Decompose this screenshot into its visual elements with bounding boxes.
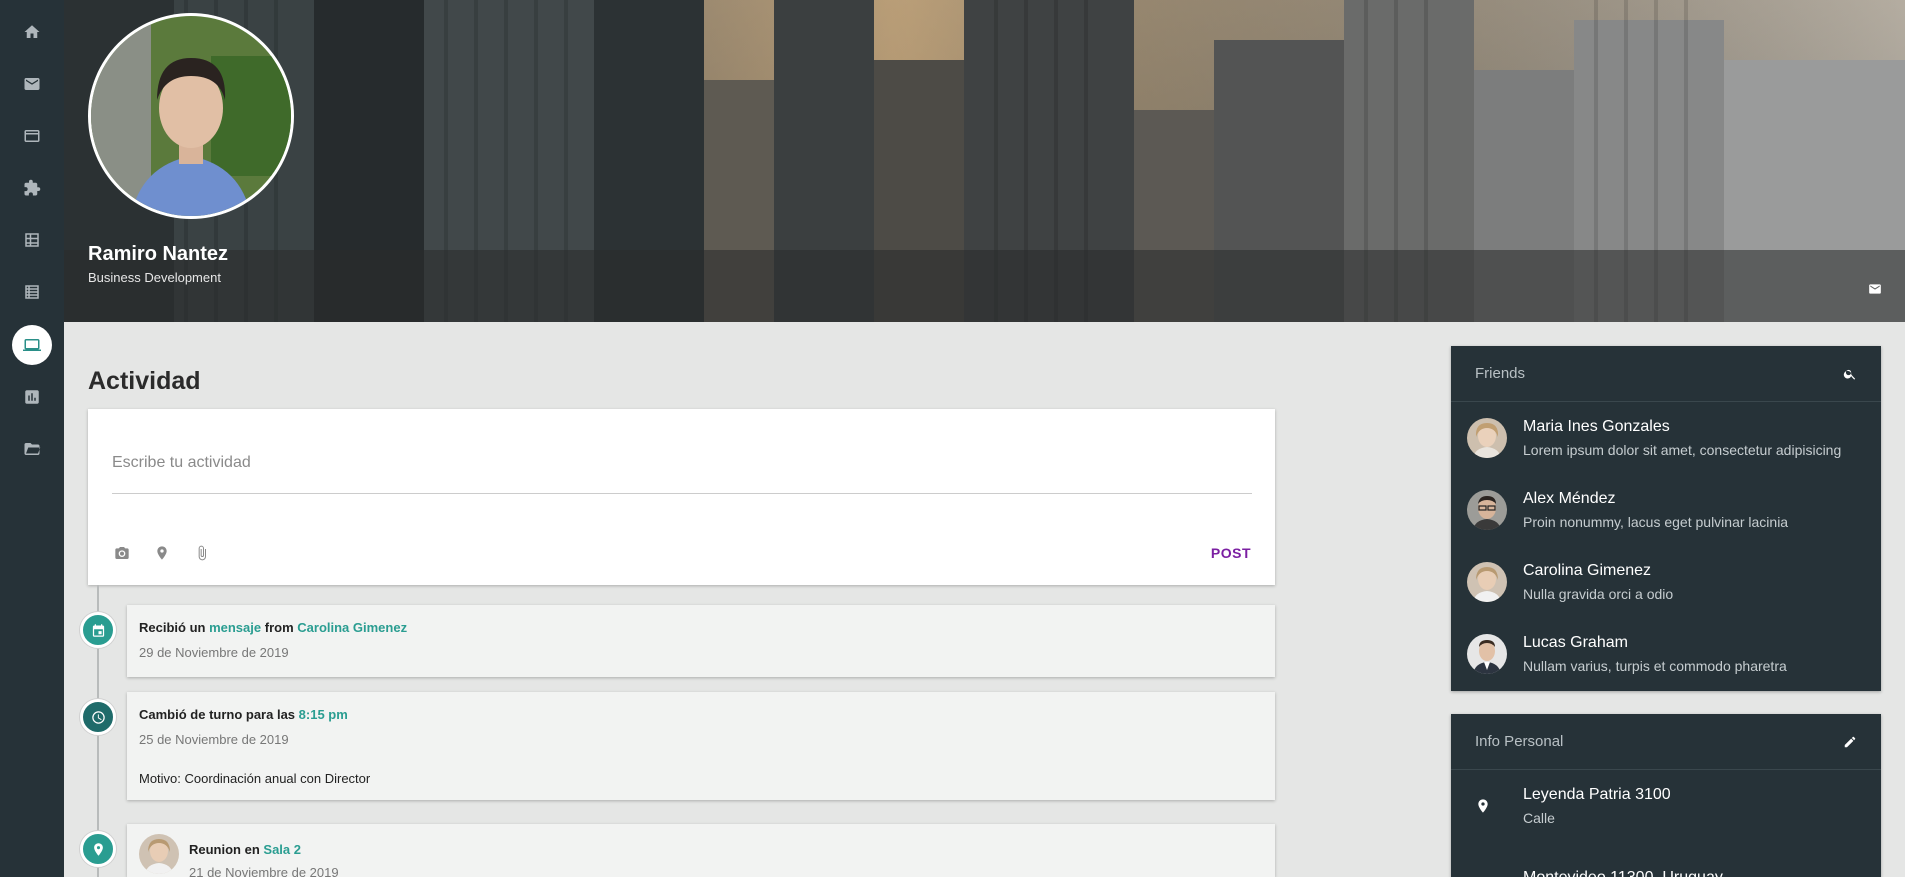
list-icon — [25, 285, 39, 299]
location-icon — [1475, 798, 1491, 814]
profile-banner: Ramiro Nantez Business Development — [64, 0, 1905, 322]
profile-role: Business Development — [88, 270, 221, 285]
card-icon — [24, 130, 40, 142]
avatar — [1467, 562, 1507, 602]
activity-card: Cambió de turno para las 8:15 pm 25 de N… — [127, 692, 1275, 800]
timeline-dot — [80, 831, 116, 867]
friend-item[interactable]: Maria Ines Gonzales Lorem ipsum dolor si… — [1451, 402, 1881, 474]
activity-text: Recibió un mensaje from Carolina Gimenez — [139, 620, 1263, 635]
attach-button[interactable] — [194, 545, 210, 561]
search-icon[interactable] — [1843, 367, 1857, 381]
activity-composer: POST — [88, 409, 1275, 585]
friend-message: Nulla gravida orci a odio — [1523, 586, 1674, 602]
folder-icon — [24, 443, 41, 455]
mail-icon — [1869, 284, 1881, 294]
friend-message: Nullam varius, turpis et commodo pharetr… — [1523, 658, 1787, 674]
nav-mail[interactable] — [12, 64, 52, 104]
nav-folder[interactable] — [12, 429, 52, 469]
calendar-icon — [92, 623, 104, 637]
friend-name: Alex Méndez — [1523, 490, 1616, 507]
info-main: Montevideo 11300, Uruguay — [1523, 869, 1723, 877]
avatar — [1467, 490, 1507, 530]
profile-photo — [91, 16, 291, 216]
timeline-dot — [80, 612, 116, 648]
room-link[interactable]: Sala 2 — [263, 842, 301, 857]
activity-text-part: Cambió de turno para las — [139, 707, 296, 722]
friends-panel: Friends Maria Ines Gonzales Lorem ipsum … — [1451, 346, 1881, 691]
info-spacer — [1475, 870, 1491, 877]
info-row: Leyenda Patria 3100 Calle — [1451, 770, 1881, 842]
friend-name: Maria Ines Gonzales — [1523, 418, 1670, 435]
nav-grid[interactable] — [12, 220, 52, 260]
nav-card[interactable] — [12, 116, 52, 156]
camera-button[interactable] — [114, 545, 130, 561]
nav-chart[interactable] — [12, 377, 52, 417]
nav-extension[interactable] — [12, 168, 52, 208]
friend-name: Carolina Gimenez — [1523, 562, 1652, 579]
activity-text: Cambió de turno para las 8:15 pm — [139, 707, 1263, 722]
edit-icon[interactable] — [1843, 735, 1857, 749]
activity-title: Actividad — [88, 367, 201, 395]
camera-icon — [115, 547, 129, 559]
activity-text: Reunion en Sala 2 — [189, 842, 339, 857]
chart-icon — [25, 390, 39, 404]
activity-date: 21 de Noviembre de 2019 — [189, 865, 339, 877]
timeline-dot — [80, 699, 116, 735]
activity-text-part: Recibió un — [139, 620, 206, 635]
friend-item[interactable]: Alex Méndez Proin nonummy, lacus eget pu… — [1451, 474, 1881, 546]
extension-icon — [24, 179, 41, 196]
profile-name: Ramiro Nantez — [88, 243, 229, 265]
nav-home[interactable] — [12, 12, 52, 52]
laptop-icon — [23, 339, 41, 351]
info-header: Info Personal — [1451, 714, 1881, 770]
friend-message: Lorem ipsum dolor sit amet, consectetur … — [1523, 442, 1842, 458]
location-button[interactable] — [154, 545, 170, 561]
info-main: Leyenda Patria 3100 — [1523, 786, 1671, 803]
banner-mail-button[interactable] — [1867, 282, 1883, 296]
activity-input[interactable] — [112, 454, 1252, 494]
friend-item[interactable]: Carolina Gimenez Nulla gravida orci a od… — [1451, 546, 1881, 618]
activity-card: Reunion en Sala 2 21 de Noviembre de 201… — [127, 824, 1275, 877]
info-panel: Info Personal Leyenda Patria 3100 Calle … — [1451, 714, 1881, 877]
friends-title: Friends — [1475, 365, 1526, 382]
avatar — [139, 834, 179, 874]
location-icon — [93, 842, 103, 856]
activity-date: 25 de Noviembre de 2019 — [139, 732, 289, 747]
activity-card: Recibió un mensaje from Carolina Gimenez… — [127, 605, 1275, 677]
city-skyline-image — [64, 0, 1905, 322]
location-icon — [157, 546, 167, 560]
info-title: Info Personal — [1475, 733, 1564, 750]
home-icon — [24, 25, 40, 38]
activity-date: 29 de Noviembre de 2019 — [139, 645, 289, 660]
avatar — [1467, 418, 1507, 458]
friends-header: Friends — [1451, 346, 1881, 402]
activity-text-part: Reunion en — [189, 842, 260, 857]
avatar — [1467, 634, 1507, 674]
message-link[interactable]: mensaje — [209, 620, 261, 635]
info-sub: Calle — [1523, 810, 1555, 826]
grid-icon — [25, 233, 39, 247]
post-button[interactable]: POST — [1211, 545, 1251, 561]
composer-tools — [114, 545, 210, 561]
side-nav — [0, 0, 64, 877]
nav-laptop[interactable] — [12, 325, 52, 365]
profile-avatar — [88, 13, 294, 219]
time-link[interactable]: 8:15 pm — [299, 707, 348, 722]
activity-text-part: from — [264, 620, 294, 635]
clock-icon — [91, 710, 105, 724]
info-row: Montevideo 11300, Uruguay — [1451, 842, 1881, 877]
friend-message: Proin nonummy, lacus eget pulvinar lacin… — [1523, 514, 1789, 530]
mail-icon — [24, 78, 40, 90]
friend-name: Lucas Graham — [1523, 634, 1628, 651]
activity-note: Motivo: Coordinación anual con Director — [139, 771, 371, 786]
nav-list[interactable] — [12, 272, 52, 312]
user-link[interactable]: Carolina Gimenez — [297, 620, 407, 635]
attach-icon — [198, 545, 206, 561]
friend-item[interactable]: Lucas Graham Nullam varius, turpis et co… — [1451, 618, 1881, 690]
